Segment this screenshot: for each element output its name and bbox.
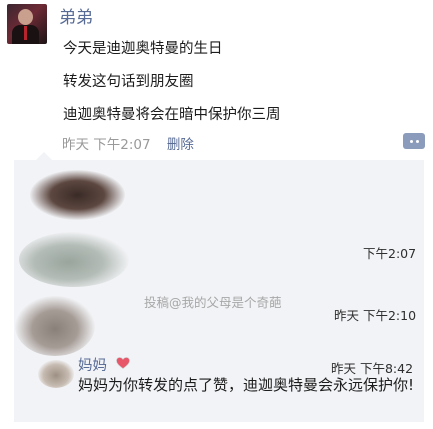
comment-dots-icon[interactable] (403, 133, 425, 149)
commenter-name[interactable]: 妈妈 (78, 354, 107, 375)
comment-time: 下午2:07 (363, 246, 417, 261)
delete-button[interactable]: 删除 (167, 137, 194, 153)
heart-icon (116, 357, 130, 369)
post-time: 昨天 下午2:07 (62, 137, 151, 153)
blurred-comment (15, 296, 95, 356)
author-name[interactable]: 弟弟 (59, 3, 93, 28)
avatar-tie (24, 26, 27, 40)
post-meta: 昨天 下午2:07 删除 (62, 133, 194, 153)
dot (409, 139, 413, 143)
blurred-comment (19, 232, 129, 287)
avatar-head (18, 9, 33, 25)
post-line: 今天是迪迦奥特曼的生日 (63, 41, 223, 57)
blurred-comment (30, 170, 125, 220)
post-line: 转发这句话到朋友圈 (63, 74, 194, 90)
panel-arrow (36, 152, 52, 160)
dot (415, 139, 419, 143)
post-line: 迪迦奥特曼将会在暗中保护你三周 (63, 107, 281, 123)
watermark: 投稿@我的父母是个奇葩 (144, 295, 282, 310)
avatar[interactable] (7, 4, 47, 44)
comment-time: 昨天 下午2:10 (334, 308, 417, 323)
blurred-avatar (38, 360, 74, 388)
comment-text: 妈妈为你转发的点了赞，迪迦奥特曼会永远保护你! (78, 376, 415, 394)
